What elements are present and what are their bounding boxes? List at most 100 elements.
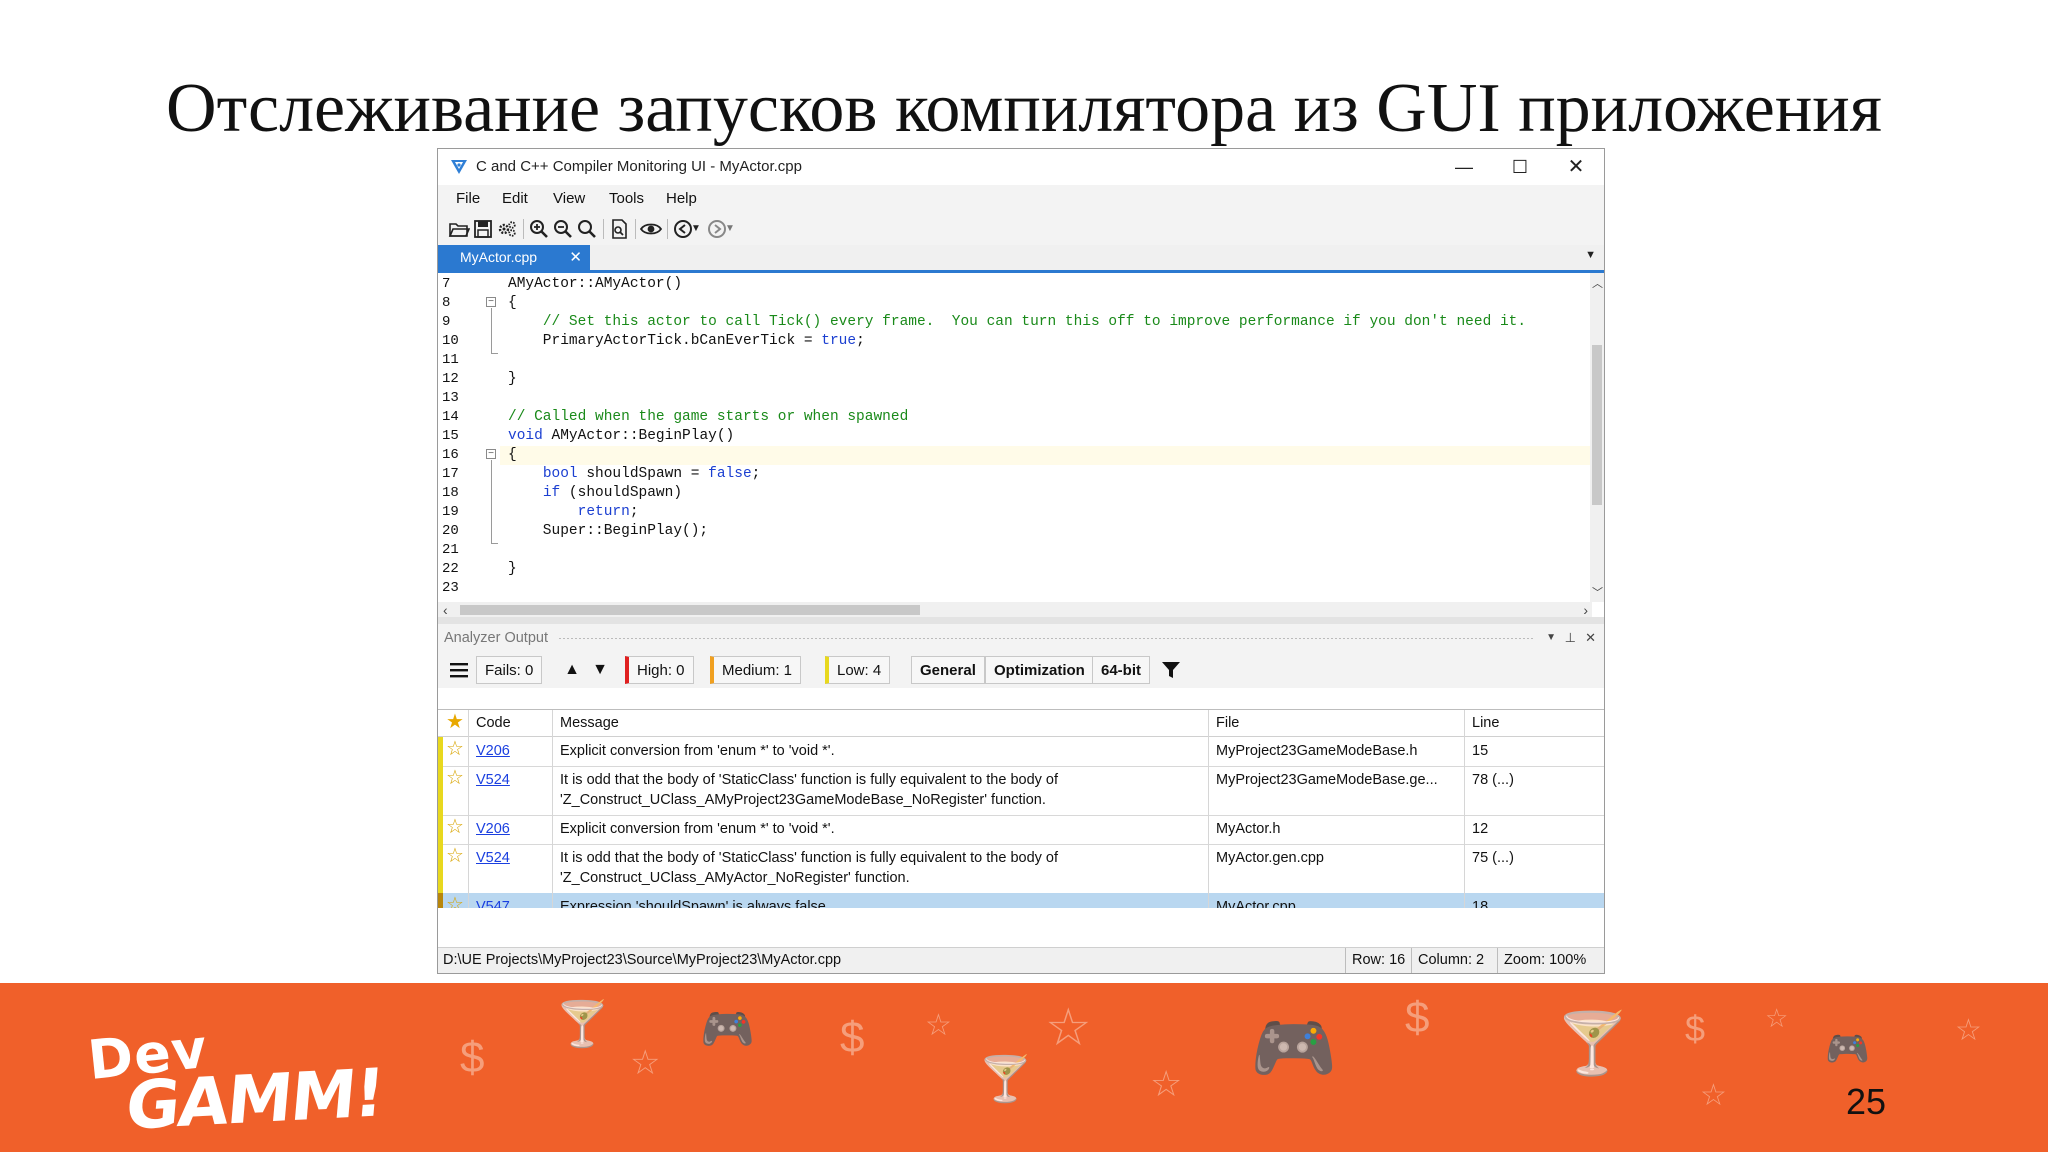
zoom-reset-icon[interactable]	[576, 218, 598, 240]
close-icon[interactable]: ✕	[569, 245, 582, 270]
chevron-down-icon[interactable]: ﹀	[1592, 584, 1603, 600]
settings-icon[interactable]	[496, 218, 518, 240]
code-line[interactable]: PrimaryActorTick.bCanEverTick = true;	[508, 332, 865, 351]
column-header-file[interactable]: File	[1216, 714, 1239, 733]
diagnostic-code-link[interactable]: V524	[476, 849, 510, 868]
code-line[interactable]: return;	[508, 503, 639, 522]
diagnostic-code-link[interactable]: V547	[476, 898, 510, 908]
chevron-down-icon[interactable]: ▼	[724, 218, 736, 240]
menu-icon[interactable]	[446, 657, 472, 683]
code-line[interactable]: }	[508, 370, 517, 389]
favorite-star-icon[interactable]: ☆	[446, 894, 464, 908]
close-icon[interactable]: ✕	[1585, 624, 1596, 652]
favorite-star-icon[interactable]: ☆	[446, 738, 464, 760]
line-number: 18	[442, 485, 459, 501]
64bit-filter-button[interactable]: 64-bit	[1092, 656, 1151, 684]
favorite-star-icon[interactable]: ☆	[446, 816, 464, 838]
scroll-thumb[interactable]	[460, 605, 920, 615]
menu-file[interactable]: File	[456, 185, 480, 213]
panel-splitter[interactable]	[438, 617, 1604, 624]
code-line[interactable]: bool shouldSpawn = false;	[508, 465, 761, 484]
pin-icon[interactable]: ⊥	[1565, 624, 1576, 652]
diagnostic-message: It is odd that the body of 'StaticClass'…	[560, 772, 1059, 788]
chevron-up-icon[interactable]: ︿	[1592, 275, 1603, 291]
star-icon: ☆	[630, 1044, 661, 1082]
menu-edit[interactable]: Edit	[502, 185, 528, 213]
column-header-message[interactable]: Message	[560, 714, 619, 733]
diagnostic-code-link[interactable]: V524	[476, 771, 510, 790]
zoom-out-icon[interactable]	[552, 218, 574, 240]
table-row[interactable]: ☆ V524 It is odd that the body of 'StaticC…	[438, 844, 1604, 894]
chevron-down-icon[interactable]: ▼	[1585, 249, 1596, 261]
fails-filter-button[interactable]: Fails: 0	[476, 656, 543, 684]
column-divider	[468, 710, 469, 908]
chevron-down-icon[interactable]: ▼	[690, 218, 702, 240]
menu-help[interactable]: Help	[666, 185, 697, 213]
code-editor[interactable]: 7 8 9 10 11 12 13 14 15 16 17 18 19 20 21 22 23 − − AMyA…	[438, 273, 1592, 602]
filter-icon[interactable]	[1158, 657, 1184, 683]
editor-horizontal-scrollbar[interactable]: ‹ ›	[438, 602, 1592, 618]
code-line[interactable]: }	[508, 560, 517, 579]
severity-marker	[438, 766, 443, 815]
code-line[interactable]: // Called when the game starts or when s…	[508, 408, 908, 427]
low-filter-button[interactable]: Low: 4	[825, 656, 891, 684]
medium-filter-button[interactable]: Medium: 1	[710, 656, 802, 684]
code-line[interactable]: void AMyActor::BeginPlay()	[508, 427, 734, 446]
menu-view[interactable]: View	[553, 185, 585, 213]
optimization-filter-button[interactable]: Optimization	[985, 656, 1094, 684]
high-filter-button[interactable]: High: 0	[625, 656, 694, 684]
table-row[interactable]: ☆ V206 Explicit conversion from 'enum *' t…	[438, 815, 1604, 845]
star-icon: ☆	[1700, 1079, 1727, 1112]
arrow-down-icon[interactable]: ▼	[588, 657, 612, 683]
maximize-button[interactable]: ☐	[1492, 149, 1548, 185]
diagnostic-code-link[interactable]: V206	[476, 742, 510, 761]
save-icon[interactable]	[472, 218, 494, 240]
code-line[interactable]: {	[500, 446, 1592, 465]
chevron-left-icon[interactable]: ‹	[443, 602, 448, 618]
code-line[interactable]: AMyActor::AMyActor()	[508, 275, 682, 294]
menu-tools[interactable]: Tools	[609, 185, 644, 213]
table-row[interactable]: ☆ V524 It is odd that the body of 'StaticC…	[438, 766, 1604, 816]
star-icon[interactable]: ★	[446, 711, 464, 733]
compiler-monitoring-window: C and C++ Compiler Monitoring UI - MyAct…	[437, 148, 1605, 974]
find-in-files-icon[interactable]	[608, 218, 630, 240]
toolbar-separator	[667, 219, 668, 239]
collapse-icon[interactable]: −	[486, 449, 496, 459]
code-line[interactable]: // Set this actor to call Tick() every f…	[508, 313, 1526, 332]
dollar-icon: $	[460, 1033, 485, 1082]
table-row[interactable]: ☆ V547 Expression 'shouldSpawn' is always …	[438, 893, 1604, 908]
open-folder-icon[interactable]	[448, 218, 470, 240]
collapse-icon[interactable]: −	[486, 297, 496, 307]
fold-guide	[491, 353, 498, 354]
column-header-code[interactable]: Code	[476, 714, 511, 733]
gamepad-icon: 🎮	[1825, 1028, 1870, 1069]
dollar-icon: $	[1685, 1008, 1706, 1049]
code-line[interactable]: Super::BeginPlay();	[508, 522, 708, 541]
toolbar: ▼ ▼	[438, 213, 1604, 245]
watch-icon[interactable]	[640, 218, 662, 240]
severity-marker	[438, 844, 443, 893]
editor-vertical-scrollbar[interactable]: ︿ ﹀	[1590, 273, 1604, 602]
tab-myactor-cpp[interactable]: MyActor.cpp ✕	[438, 245, 590, 270]
chevron-right-icon[interactable]: ›	[1583, 602, 1588, 618]
gamepad-icon: 🎮	[700, 1005, 755, 1054]
code-line[interactable]: if (shouldSpawn)	[508, 484, 682, 503]
column-header-line[interactable]: Line	[1472, 714, 1499, 733]
app-logo-icon	[451, 160, 467, 174]
close-button[interactable]: ✕	[1548, 149, 1604, 185]
diagnostic-line: 78 (...)	[1472, 772, 1514, 788]
table-row[interactable]: ☆ V206 Explicit conversion from 'enum *' t…	[438, 737, 1604, 767]
zoom-in-icon[interactable]	[528, 218, 550, 240]
arrow-up-icon[interactable]: ▲	[560, 657, 584, 683]
code-line[interactable]: {	[508, 294, 517, 313]
general-filter-button[interactable]: General	[911, 656, 985, 684]
diagnostic-file: MyActor.gen.cpp	[1216, 850, 1324, 866]
scroll-thumb[interactable]	[1592, 345, 1602, 505]
favorite-star-icon[interactable]: ☆	[446, 845, 464, 867]
toolbar-separator	[635, 219, 636, 239]
slide-footer: $ ☆ 🍸 🎮 $ ☆ 🍸 ☆ ☆ 🎮 $ 🍸 $ ☆ ☆ 🎮 ☆ Dev GA…	[0, 983, 2048, 1152]
chevron-down-icon[interactable]: ▼	[1546, 624, 1556, 652]
favorite-star-icon[interactable]: ☆	[446, 767, 464, 789]
minimize-button[interactable]: —	[1436, 149, 1492, 185]
diagnostic-code-link[interactable]: V206	[476, 820, 510, 839]
